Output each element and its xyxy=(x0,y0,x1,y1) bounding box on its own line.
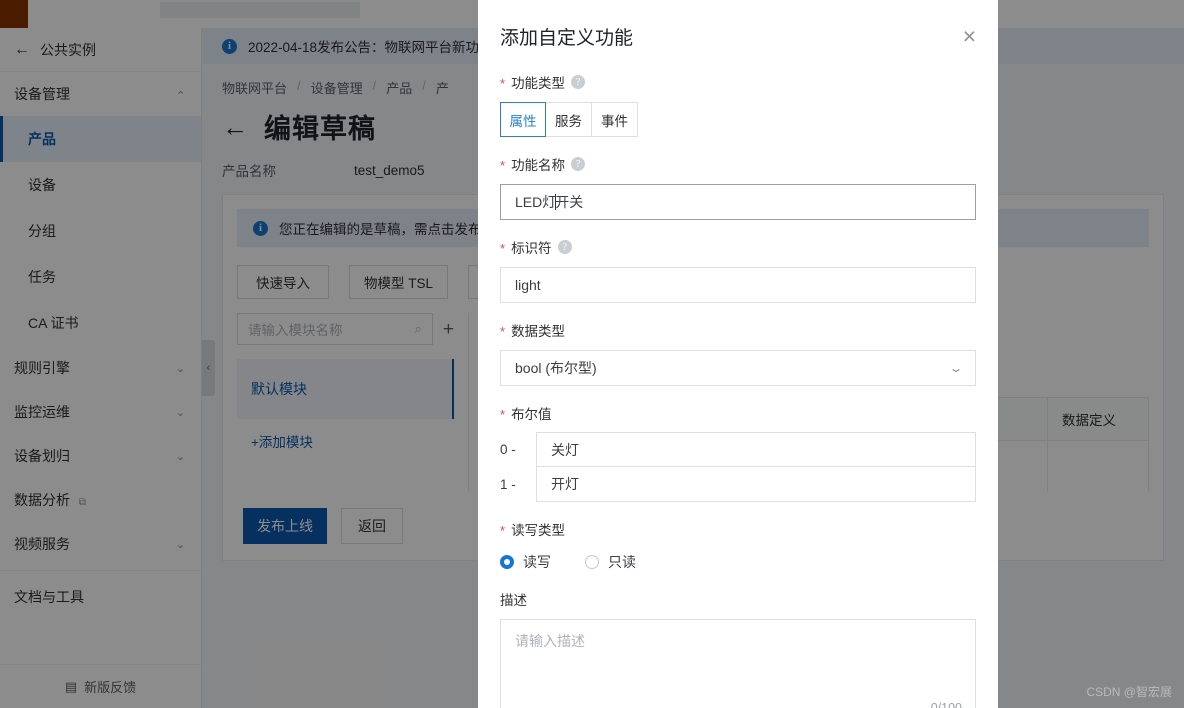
required-asterisk: * xyxy=(500,323,506,339)
field-label: 描述 xyxy=(500,593,527,608)
screen: ← 公共实例 设备管理 ⌄ 产品 设备 分组 任务 CA 证书 规则引擎 ⌄ 监… xyxy=(0,0,1184,708)
field-label-row: * 标识符 ? xyxy=(500,237,976,257)
bool-key: 0 - xyxy=(500,442,516,457)
required-asterisk: * xyxy=(500,522,506,538)
segment-label: 事件 xyxy=(601,113,628,129)
bool-row-1: 1 - 开灯 xyxy=(500,467,976,502)
bool-key: 1 - xyxy=(500,477,516,492)
field-label-row: * 布尔值 xyxy=(500,403,976,423)
required-asterisk: * xyxy=(500,75,506,91)
field-label-row: 描述 xyxy=(500,589,976,609)
field-data-type: * 数据类型 bool (布尔型) ⌄ xyxy=(500,320,976,386)
field-rw-type: * 读写类型 读写 只读 xyxy=(500,519,976,572)
segment-label: 服务 xyxy=(555,113,582,129)
field-label: 功能类型 xyxy=(511,76,566,91)
field-label: 布尔值 xyxy=(511,407,552,422)
radio-icon-selected xyxy=(500,555,514,569)
add-custom-function-dialog: 添加自定义功能 × * 功能类型 ? 属性 服务 事件 * 功能名称 ? LED… xyxy=(478,0,998,708)
function-name-input[interactable]: LED灯 开关 xyxy=(500,184,976,220)
field-label-row: * 功能类型 ? xyxy=(500,72,976,92)
radio-read-only[interactable]: 只读 xyxy=(585,552,636,572)
chevron-down-icon: ⌄ xyxy=(948,361,964,375)
input-value: 开灯 xyxy=(551,476,579,492)
input-value-after-caret: 开关 xyxy=(555,194,584,210)
radio-read-write[interactable]: 读写 xyxy=(500,552,551,572)
input-value: light xyxy=(515,277,541,293)
field-function-name: * 功能名称 ? LED灯 开关 xyxy=(500,154,976,220)
input-value: 关灯 xyxy=(551,441,579,458)
close-icon[interactable]: × xyxy=(963,24,976,48)
watermark: CSDN @智宏展 xyxy=(1086,685,1172,699)
field-label: 功能名称 xyxy=(511,158,566,173)
bool-value-rows: 0 - 关灯 1 - 开灯 xyxy=(500,432,976,502)
bool-row-0: 0 - 关灯 xyxy=(500,432,976,467)
dialog-title: 添加自定义功能 xyxy=(500,27,634,49)
bool-value-input-1[interactable]: 开灯 xyxy=(536,467,976,502)
required-asterisk: * xyxy=(500,157,506,173)
dialog-body: * 功能类型 ? 属性 服务 事件 * 功能名称 ? LED灯 开关 * 标识符… xyxy=(478,72,998,708)
help-icon[interactable]: ? xyxy=(571,157,586,171)
field-label-row: * 读写类型 xyxy=(500,519,976,539)
help-icon[interactable]: ? xyxy=(557,240,572,254)
data-type-select[interactable]: bool (布尔型) ⌄ xyxy=(500,350,976,386)
character-counter: 0/100 xyxy=(930,701,962,708)
field-bool-values: * 布尔值 0 - 关灯 1 - 开灯 xyxy=(500,403,976,502)
description-textarea[interactable]: 请输入描述 0/100 xyxy=(500,619,976,708)
rw-type-radio-group: 读写 只读 xyxy=(500,552,976,572)
radio-icon xyxy=(585,555,599,569)
field-function-type: * 功能类型 ? 属性 服务 事件 xyxy=(500,72,976,137)
field-label: 标识符 xyxy=(511,241,552,256)
identifier-input[interactable]: light xyxy=(500,267,976,303)
required-asterisk: * xyxy=(500,406,506,422)
description-placeholder: 请输入描述 xyxy=(515,633,585,649)
segment-service[interactable]: 服务 xyxy=(546,102,592,137)
help-icon[interactable]: ? xyxy=(571,75,586,89)
field-label-row: * 功能名称 ? xyxy=(500,154,976,174)
field-label: 数据类型 xyxy=(511,324,566,339)
dialog-header: 添加自定义功能 × xyxy=(478,0,998,72)
select-value: bool (布尔型) xyxy=(515,360,597,376)
segment-attribute[interactable]: 属性 xyxy=(500,102,546,137)
field-label: 读写类型 xyxy=(511,523,566,538)
field-description: 描述 请输入描述 0/100 xyxy=(500,589,976,708)
bool-value-input-0[interactable]: 关灯 xyxy=(536,432,976,467)
segment-event[interactable]: 事件 xyxy=(592,102,638,137)
required-asterisk: * xyxy=(500,240,506,256)
radio-label: 只读 xyxy=(608,554,636,570)
field-label-row: * 数据类型 xyxy=(500,320,976,340)
segment-label: 属性 xyxy=(509,113,537,129)
function-type-segmented-control: 属性 服务 事件 xyxy=(500,102,976,137)
field-identifier: * 标识符 ? light xyxy=(500,237,976,303)
radio-label: 读写 xyxy=(523,554,551,570)
input-value-before-caret: LED灯 xyxy=(515,194,557,210)
